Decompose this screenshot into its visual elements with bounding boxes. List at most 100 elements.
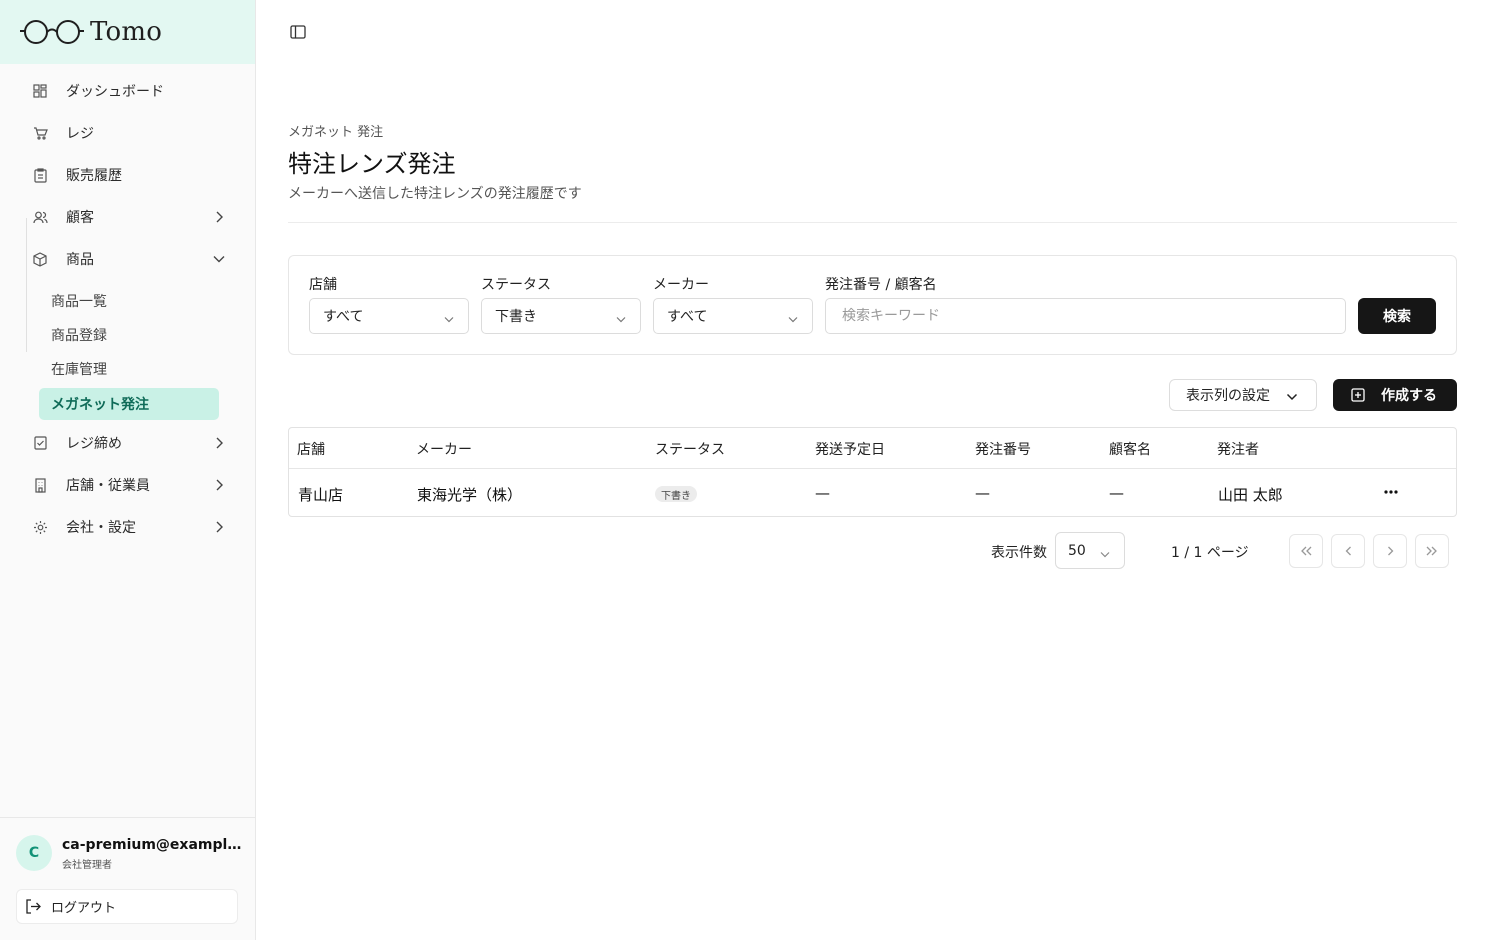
sidebar-toggle-icon (290, 25, 306, 39)
clipboard-icon (32, 167, 48, 183)
store-select-value: すべて (323, 309, 364, 325)
next-page-button[interactable] (1373, 534, 1407, 568)
column-settings-button[interactable]: 表示列の設定 (1169, 379, 1317, 411)
keyword-search-input[interactable] (825, 298, 1346, 334)
logout-label: ログアウト (51, 901, 117, 916)
chevron-down-icon (1286, 389, 1298, 405)
more-horizontal-icon (1384, 490, 1398, 494)
keyword-filter-label: 発注番号 / 顧客名 (825, 277, 937, 293)
first-page-button[interactable] (1289, 534, 1323, 568)
chevron-left-icon (1345, 546, 1351, 556)
sidebar-item-stores-staff[interactable]: 店舗・従業員 (18, 467, 238, 503)
sidebar-subitem-inventory[interactable]: 在庫管理 (39, 353, 219, 385)
store-select[interactable]: すべて (309, 298, 469, 334)
column-settings-label: 表示列の設定 (1186, 388, 1270, 404)
chevron-down-icon (1100, 546, 1110, 562)
chevron-right-icon (212, 478, 226, 492)
cell-ship-date: — (815, 484, 830, 502)
dashboard-icon (32, 83, 48, 99)
sidebar-item-products[interactable]: 商品 (18, 241, 238, 277)
sidebar-item-sales-history[interactable]: 販売履歴 (18, 157, 238, 193)
status-select[interactable]: 下書き (481, 298, 641, 334)
status-select-value: 下書き (495, 309, 537, 325)
previous-page-button[interactable] (1331, 534, 1365, 568)
sidebar-item-label: 顧客 (66, 210, 94, 226)
cell-customer: — (1109, 484, 1124, 502)
user-email: ca-premium@example.com (62, 837, 242, 853)
row-actions-button[interactable] (1381, 484, 1401, 500)
chevrons-right-icon (1426, 546, 1437, 556)
create-button[interactable]: 作成する (1333, 379, 1457, 411)
sidebar-item-label: 店舗・従業員 (66, 478, 150, 494)
sidebar-item-label: 商品 (66, 252, 94, 268)
status-badge: 下書き (655, 486, 697, 502)
sidebar-item-label: 販売履歴 (66, 168, 122, 184)
breadcrumb: メガネット 発注 (288, 125, 384, 140)
header-divider (288, 222, 1457, 223)
sidebar-subitem-meganet-order[interactable]: メガネット発注 (39, 388, 219, 420)
chevron-down-icon (212, 252, 226, 266)
per-page-select[interactable]: 50 (1055, 532, 1125, 569)
sidebar-item-register[interactable]: レジ (18, 115, 238, 151)
glasses-logo-icon (20, 20, 84, 44)
logo[interactable]: Tomo (0, 0, 255, 64)
sidebar-item-label: 会社・設定 (66, 520, 136, 536)
cart-icon (32, 125, 48, 141)
avatar: C (16, 835, 52, 871)
users-icon (32, 209, 48, 225)
sidebar-item-customers[interactable]: 顧客 (18, 199, 238, 235)
column-header[interactable]: ステータス (655, 439, 725, 459)
plus-square-icon (1351, 388, 1365, 402)
sidebar-item-register-close[interactable]: レジ締め (18, 425, 238, 461)
column-header[interactable]: 発送予定日 (815, 439, 885, 459)
page-subtitle: メーカーへ送信した特注レンズの発注履歴です (288, 186, 582, 202)
logout-icon (25, 899, 41, 914)
building-icon (32, 477, 48, 493)
user-role: 会社管理者 (62, 860, 112, 871)
per-page-label: 表示件数 (991, 545, 1047, 561)
maker-filter-label: メーカー (653, 277, 709, 293)
sidebar-item-label: ダッシュボード (66, 84, 164, 100)
sidebar-toggle-button[interactable] (286, 20, 310, 44)
cell-store: 青山店 (298, 486, 344, 504)
page-title: 特注レンズ発注 (288, 150, 456, 178)
sidebar: Tomo ダッシュボード レジ 販売履歴 顧客 商品 商品一覧 商品登録 在庫管… (0, 0, 256, 940)
create-button-label: 作成する (1381, 388, 1437, 404)
package-icon (32, 251, 48, 267)
column-header[interactable]: メーカー (416, 439, 472, 459)
status-filter-label: ステータス (481, 277, 551, 293)
chevron-right-icon (1387, 546, 1393, 556)
cell-maker: 東海光学（株） (417, 486, 523, 504)
orders-table: 店舗 メーカー ステータス 発送予定日 発注番号 顧客名 発注者 青山店 東海光… (288, 427, 1457, 517)
logout-button[interactable]: ログアウト (16, 889, 238, 924)
maker-select[interactable]: すべて (653, 298, 813, 334)
per-page-value: 50 (1068, 542, 1086, 559)
chevron-down-icon (788, 311, 798, 327)
search-button[interactable]: 検索 (1358, 298, 1436, 334)
cell-orderer: 山田 太郎 (1218, 486, 1283, 504)
cell-order-number: — (975, 484, 990, 502)
chevron-down-icon (616, 311, 626, 327)
last-page-button[interactable] (1415, 534, 1449, 568)
column-header[interactable]: 発注番号 (975, 439, 1031, 459)
chevron-right-icon (212, 210, 226, 224)
store-filter-label: 店舗 (309, 277, 337, 293)
sidebar-subitem-product-list[interactable]: 商品一覧 (39, 285, 219, 317)
checklist-icon (32, 435, 48, 451)
column-header[interactable]: 店舗 (297, 439, 325, 459)
submenu-guide-line (26, 218, 27, 352)
sidebar-item-dashboard[interactable]: ダッシュボード (18, 73, 238, 109)
chevron-down-icon (444, 311, 454, 327)
page-info: 1 / 1 ページ (1171, 545, 1249, 561)
header-row-divider (289, 468, 1456, 469)
sidebar-item-label: レジ (66, 126, 94, 142)
user-block: C ca-premium@example.com 会社管理者 ログアウト (0, 817, 256, 940)
logo-text: Tomo (90, 17, 163, 47)
column-header[interactable]: 発注者 (1217, 439, 1259, 459)
sidebar-subitem-product-register[interactable]: 商品登録 (39, 319, 219, 351)
column-header[interactable]: 顧客名 (1109, 439, 1151, 459)
chevron-right-icon (212, 520, 226, 534)
maker-select-value: すべて (667, 309, 708, 325)
gear-icon (32, 519, 48, 535)
sidebar-item-company-settings[interactable]: 会社・設定 (18, 509, 238, 545)
